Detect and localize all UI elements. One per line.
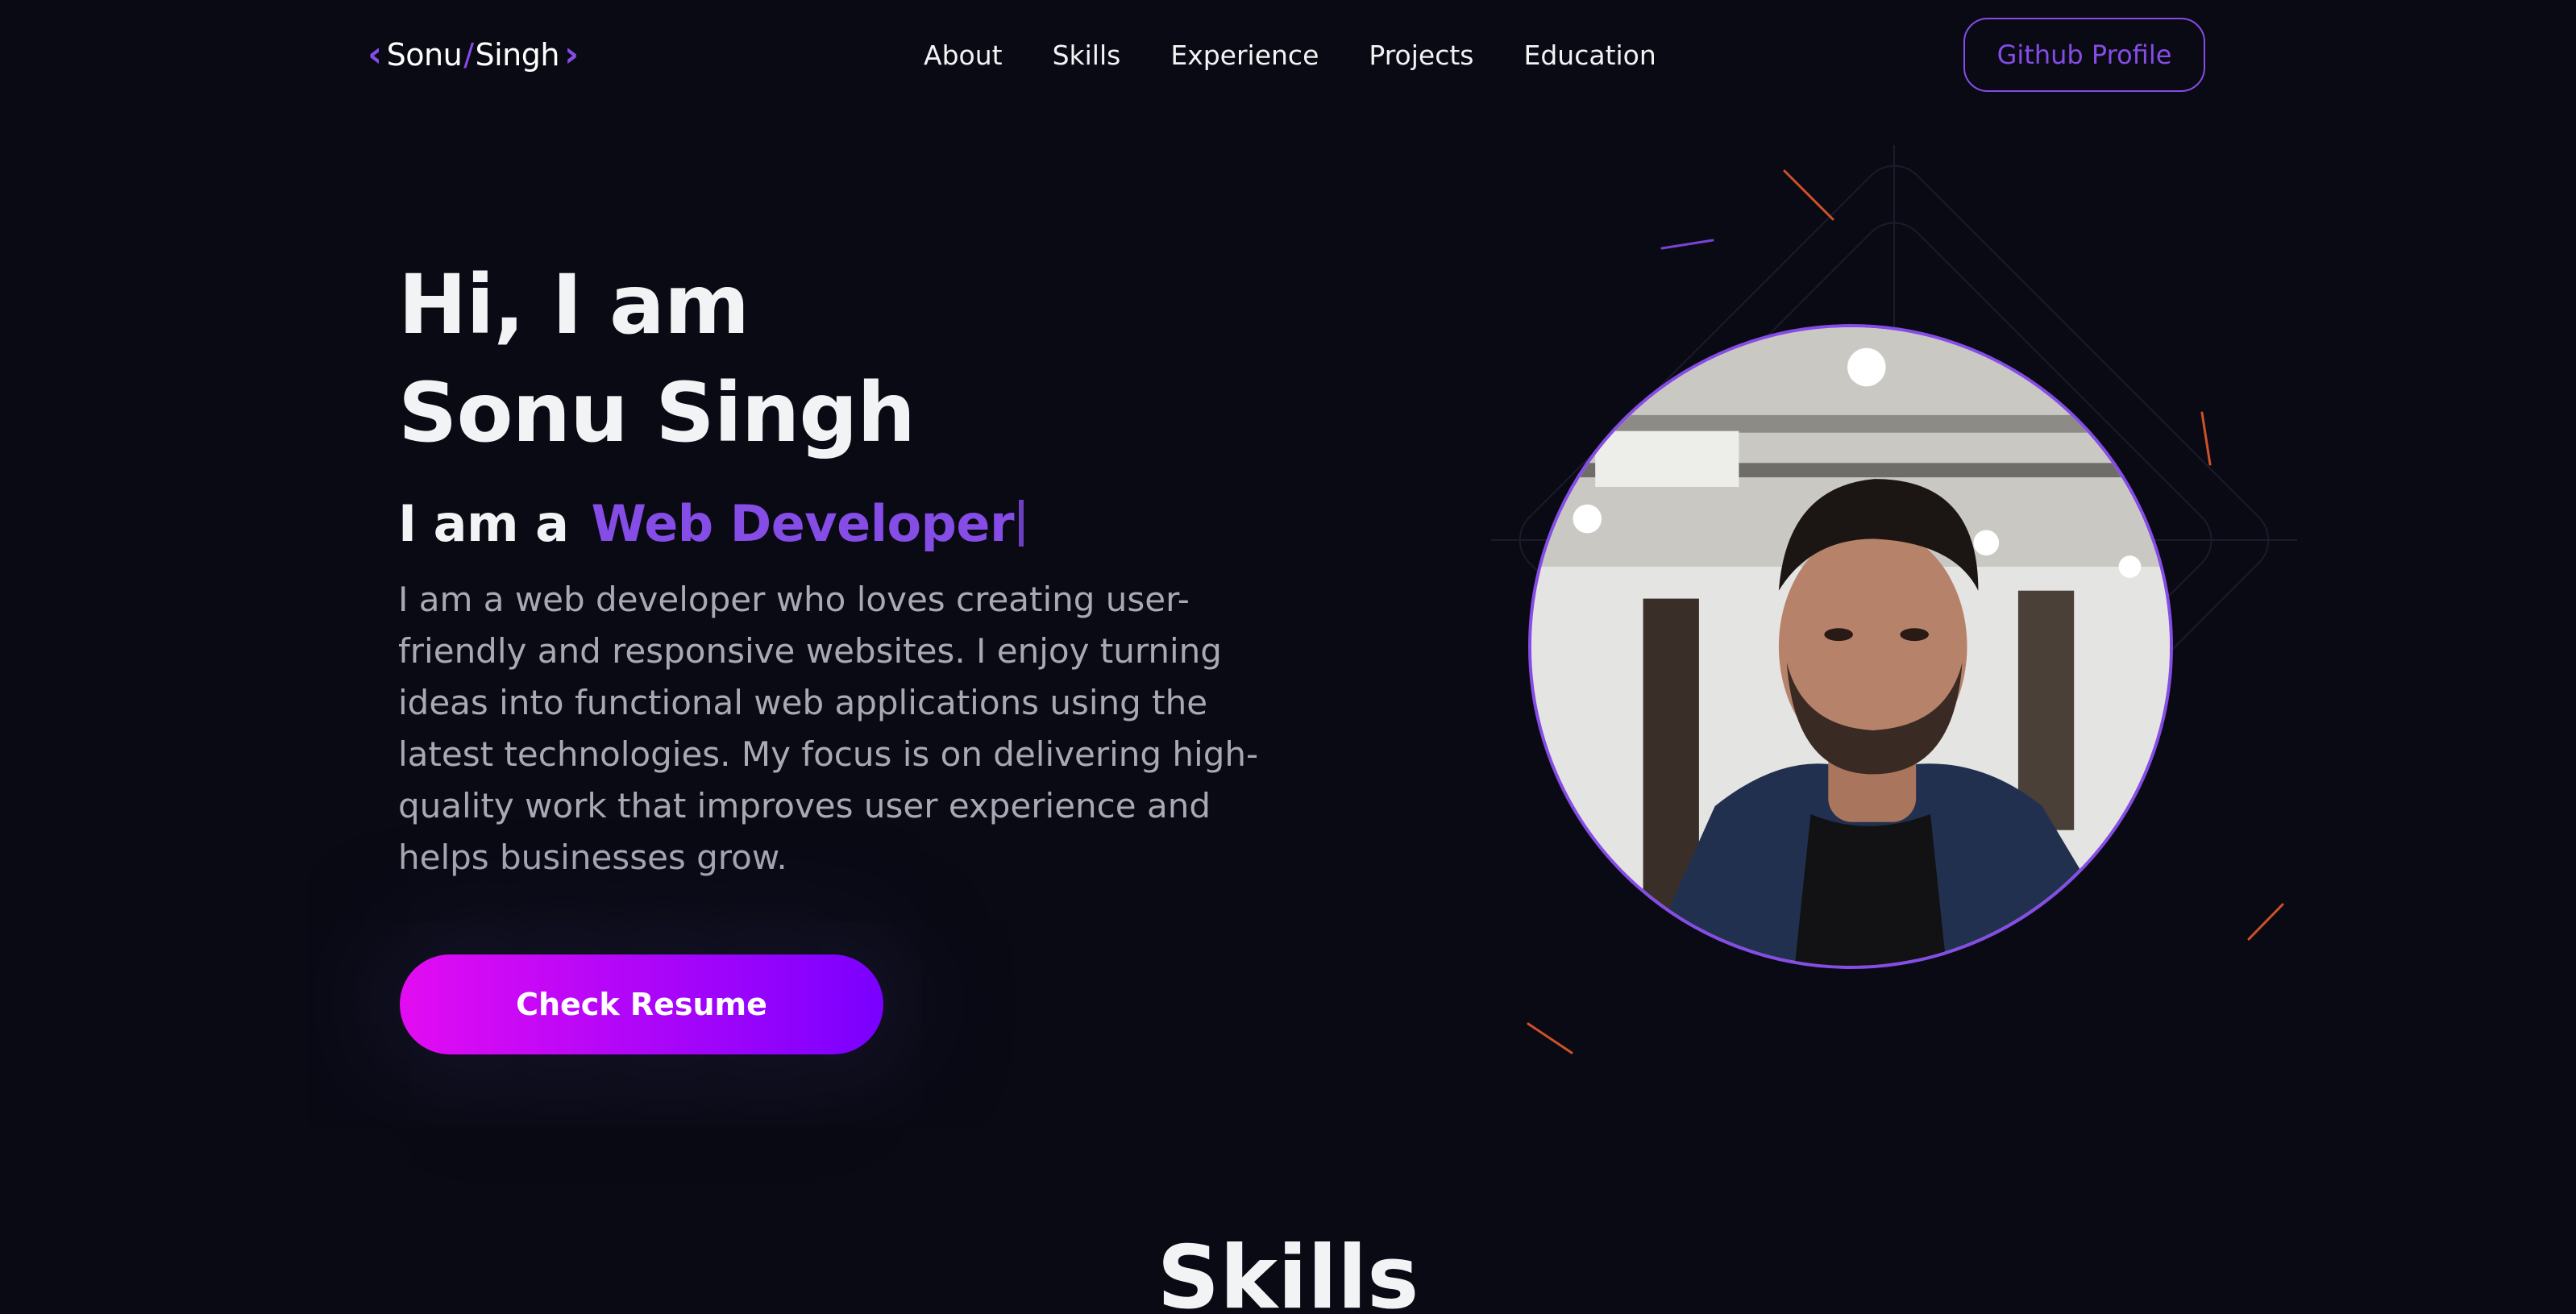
logo-last-text: Singh [475, 37, 560, 73]
meteor-2 [1660, 239, 1714, 250]
logo-slash: / [463, 37, 474, 73]
left-chevron-icon: ‹ [368, 34, 382, 75]
photo-eye-right [1900, 628, 1930, 642]
skills-section-heading: Skills [1157, 1228, 1419, 1314]
hero-title: Hi, I am Sonu Singh [398, 252, 916, 468]
right-chevron-icon: › [563, 34, 579, 75]
nav-link-education[interactable]: Education [1523, 40, 1656, 71]
meteor-5 [1527, 1022, 1573, 1054]
hero-role: I am a Web Developer [398, 487, 1024, 559]
hero-title-line-1: Hi, I am [398, 257, 750, 353]
profile-photo [1528, 324, 2173, 969]
role-typed-text: Web Developer [591, 493, 1015, 553]
meteor-1 [1783, 169, 1834, 221]
photo-light-1 [1847, 347, 1886, 387]
profile-photo-illustration [1531, 327, 2170, 966]
hero-title-line-2: Sonu Singh [398, 365, 916, 461]
photo-light-3 [1973, 530, 2000, 556]
portfolio-page: ‹ Sonu/Singh › About Skills Experience P… [0, 0, 2576, 1314]
nav-link-skills[interactable]: Skills [1053, 40, 1121, 71]
check-resume-button[interactable]: Check Resume [400, 954, 883, 1054]
meteor-4 [2247, 903, 2284, 941]
main-nav: About Skills Experience Projects Educati… [924, 29, 1656, 81]
logo-first-name: Sonu/Singh [386, 37, 560, 73]
nav-link-projects[interactable]: Projects [1369, 40, 1473, 71]
github-profile-button[interactable]: Github Profile [1963, 18, 2205, 92]
photo-tshirt [1794, 813, 1947, 966]
nav-link-about[interactable]: About [924, 40, 1003, 71]
nav-link-experience[interactable]: Experience [1170, 40, 1319, 71]
photo-pillar-2 [2017, 590, 2075, 830]
photo-eye-left [1824, 628, 1853, 642]
photo-beam-1 [1531, 414, 2170, 433]
site-logo[interactable]: ‹ Sonu/Singh › [368, 29, 579, 81]
photo-light-4 [2118, 555, 2142, 578]
typing-cursor [1019, 500, 1024, 547]
logo-first-text: Sonu [386, 37, 463, 73]
role-prefix: I am a [398, 493, 569, 553]
photo-ac-unit [1595, 430, 1739, 487]
meteor-3 [2200, 411, 2212, 466]
photo-light-2 [1573, 504, 1602, 534]
hero-description: I am a web developer who loves creating … [398, 580, 1259, 877]
